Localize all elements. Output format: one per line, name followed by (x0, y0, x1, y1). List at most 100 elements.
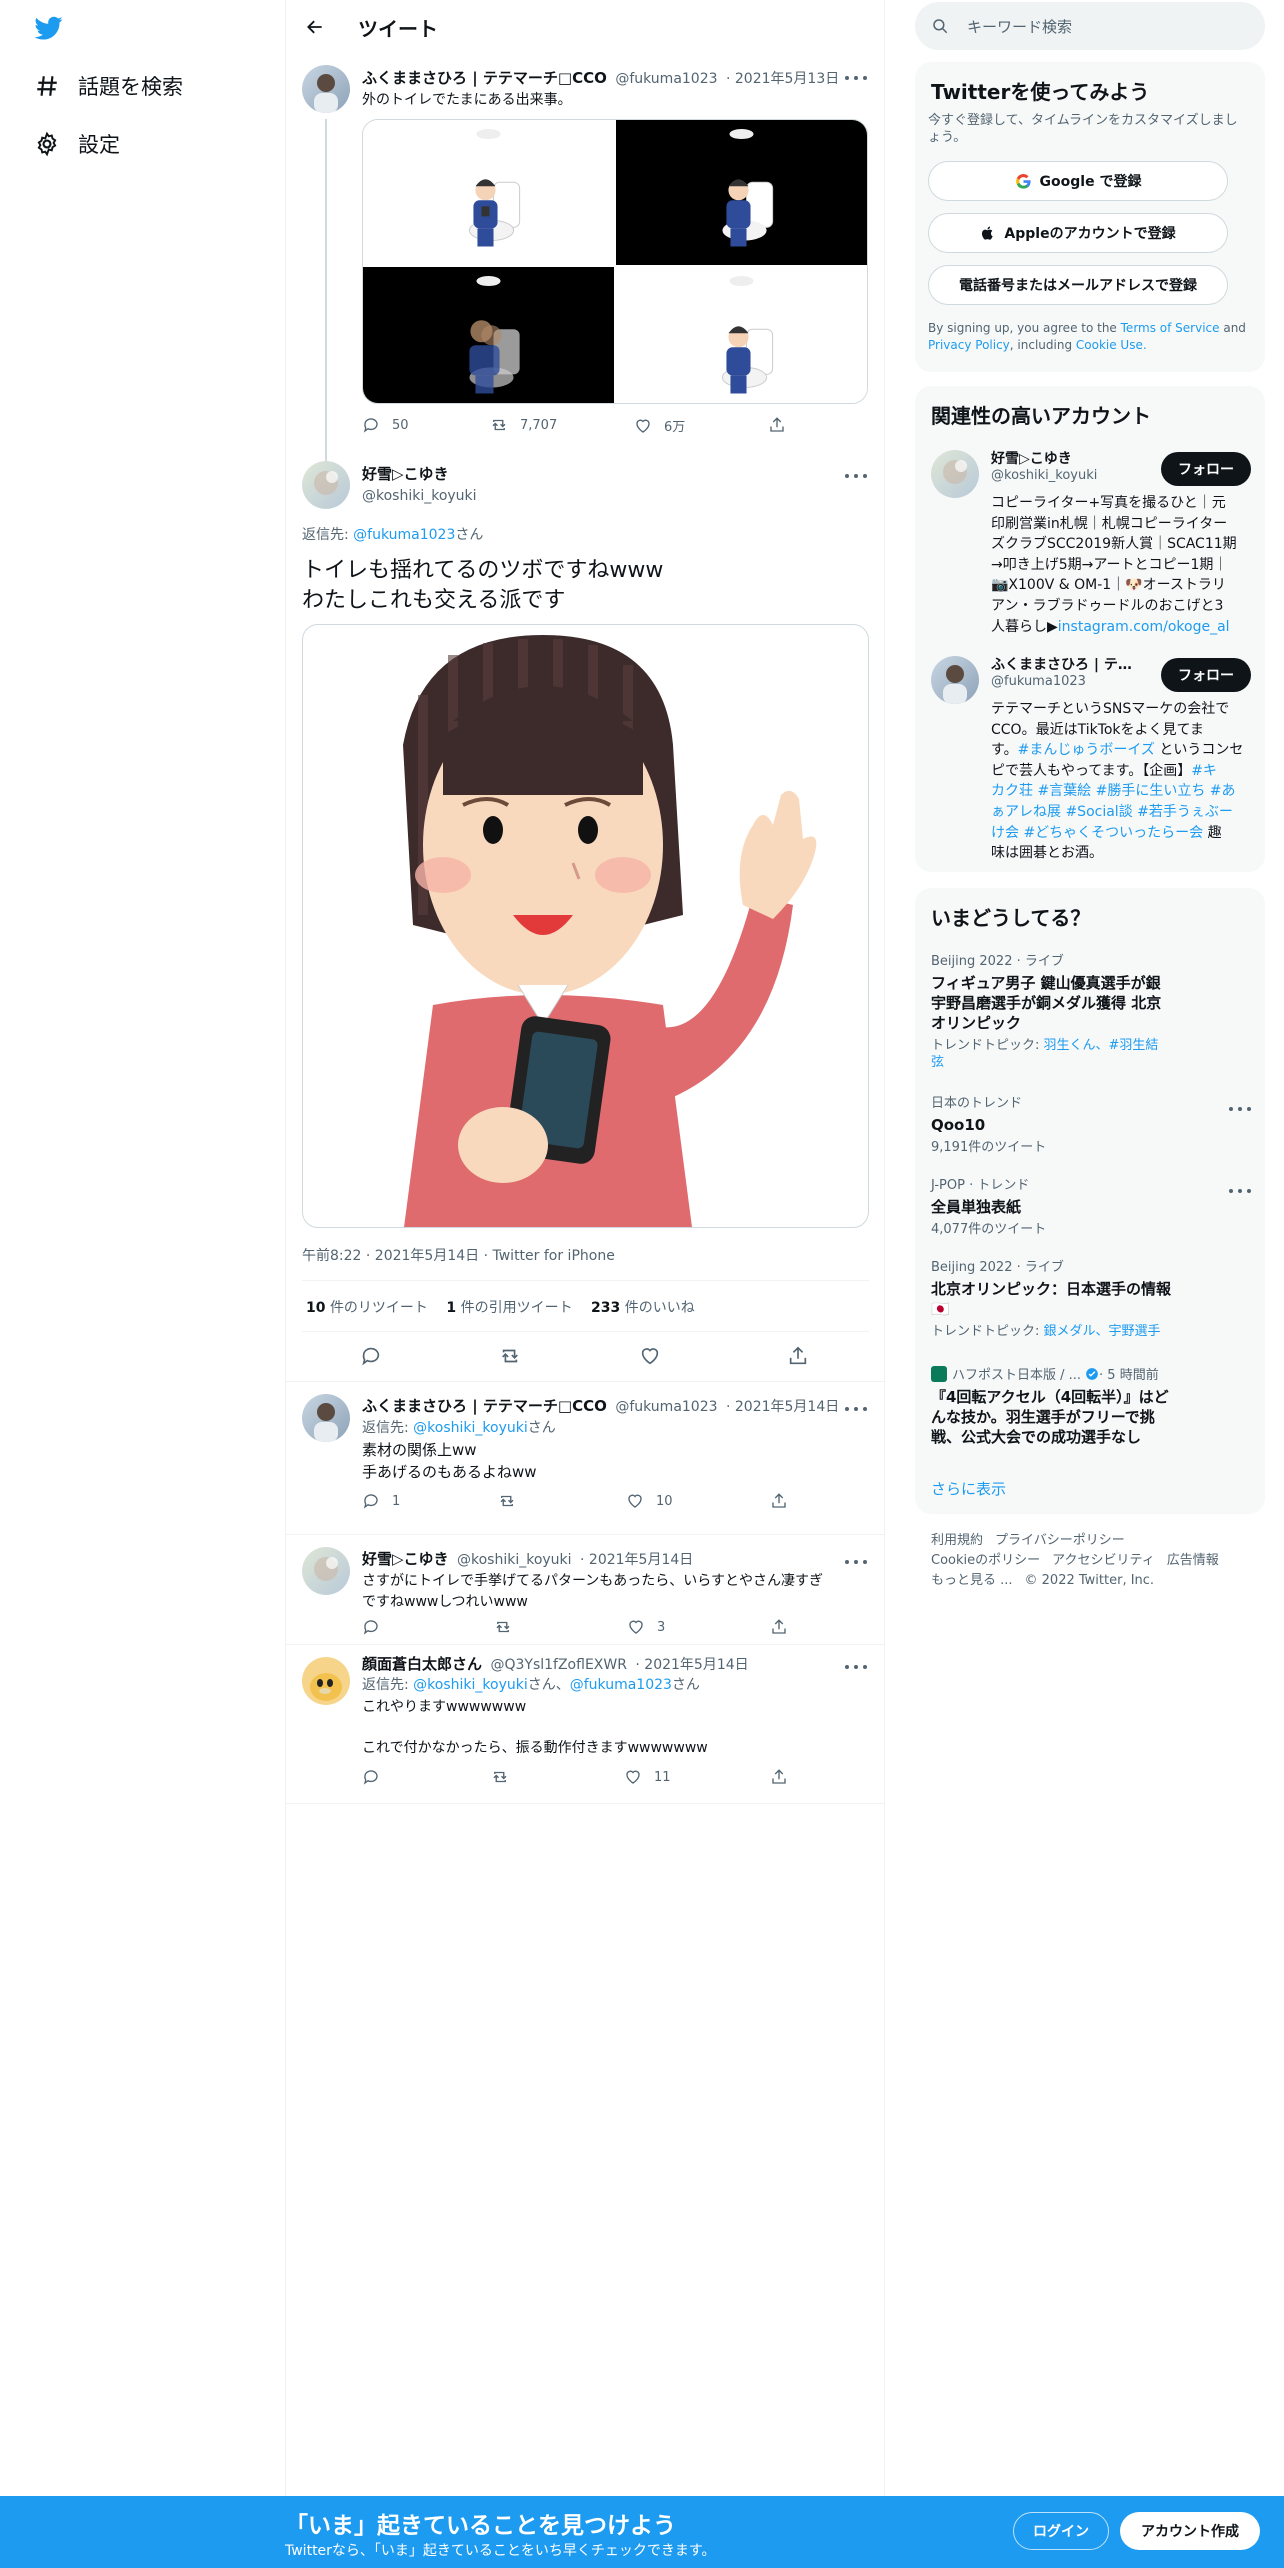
footer-link[interactable]: もっと見る ... (931, 1573, 1013, 1588)
share-button[interactable] (770, 1768, 800, 1786)
reply-tweet[interactable]: 好雪▷こゆき @koshiki_koyuki · 2021年5月14日 さすがに… (286, 1535, 885, 1644)
like-button[interactable] (639, 1345, 673, 1367)
like-button[interactable]: 3 (627, 1618, 665, 1636)
login-button[interactable]: ログイン (1013, 2512, 1109, 2550)
tweet-timestamp[interactable]: 午前8:22 · 2021年5月14日 · Twitter for iPhone (302, 1245, 615, 1265)
retweet-button[interactable] (491, 1768, 521, 1786)
media-image-2[interactable] (616, 120, 867, 265)
hashtag-link[interactable]: #まんじゅうボーイズ (1018, 742, 1155, 758)
account-name[interactable]: ふくままさひろ | テ… (991, 654, 1132, 674)
more-options-icon[interactable] (845, 1555, 867, 1569)
follow-button[interactable]: フォロー (1161, 452, 1251, 486)
share-button[interactable] (787, 1345, 821, 1367)
apple-signup-button[interactable]: Appleのアカウントで登録 (928, 213, 1228, 253)
reply-tweet[interactable]: 顔面蒼白太郎さん @Q3Ysl1fZoflEXWR · 2021年5月14日 返… (286, 1645, 885, 1803)
tweet-date[interactable]: · 2021年5月14日 (635, 1657, 748, 1673)
media-image-1[interactable] (363, 120, 614, 265)
show-more-link[interactable]: さらに表示 (931, 1478, 1006, 1499)
like-stat[interactable]: 233 件のいいね (591, 1300, 695, 1316)
author-name[interactable]: ふくままさひろ | テテマーチ□CCO (362, 1397, 607, 1415)
privacy-link[interactable]: Privacy Policy (928, 338, 1010, 352)
footer-link[interactable]: アクセシビリティ (1052, 1553, 1155, 1568)
retweet-button[interactable]: 7,707 (490, 416, 557, 434)
reply-to-link[interactable]: @koshiki_koyuki (413, 1677, 528, 1693)
tweet-media-grid[interactable] (362, 119, 868, 404)
author-handle[interactable]: @fukuma1023 (615, 71, 717, 87)
share-button[interactable] (770, 1492, 800, 1510)
tweet-date[interactable]: · 2021年5月14日 (580, 1552, 693, 1568)
retweet-stat[interactable]: 10 件のリツイート (306, 1300, 428, 1316)
account-handle[interactable]: @fukuma1023 (991, 674, 1086, 689)
like-button[interactable]: 6万 (634, 416, 685, 435)
more-options-icon[interactable] (845, 1660, 867, 1674)
trend-topic-link[interactable]: 銀メダル、宇野選手 (1044, 1324, 1161, 1339)
tweet-image[interactable] (302, 624, 869, 1228)
account-name[interactable]: 好雪▷こゆき (991, 448, 1072, 468)
share-button[interactable] (768, 416, 798, 434)
author-handle[interactable]: @fukuma1023 (615, 1399, 717, 1415)
trend-item[interactable]: Beijing 2022 · ライブ フィギュア男子 鍵山優真選手が銀 宇野昌磨… (931, 950, 1251, 1071)
signup-button[interactable]: アカウント作成 (1120, 2512, 1260, 2550)
nav-settings[interactable]: 設定 (32, 124, 120, 164)
reply-tweet[interactable]: ふくままさひろ | テテマーチ□CCO @fukuma1023 · 2021年5… (286, 1382, 885, 1534)
share-button[interactable] (770, 1618, 800, 1636)
trend-item[interactable]: J-POP · トレンド 全員単独表紙 4,077件のツイート (931, 1174, 1251, 1238)
avatar[interactable] (302, 65, 350, 113)
trend-item[interactable]: ハフポスト日本版 / ... · 5 時間前 『4回転アクセル（4回転半）』はど… (931, 1364, 1251, 1447)
media-image-4[interactable] (616, 266, 867, 403)
bio-link[interactable]: instagram.com/okoge_al (1058, 619, 1230, 635)
account-item[interactable]: 好雪▷こゆき @koshiki_koyuki フォロー コピーライター+写真を撮… (915, 444, 1265, 635)
account-handle[interactable]: @koshiki_koyuki (991, 468, 1097, 483)
parent-tweet[interactable]: ふくままさひろ | テテマーチ□CCO @fukuma1023 · 2021年5… (286, 53, 885, 499)
avatar[interactable] (931, 450, 979, 498)
reply-to-link[interactable]: @fukuma1023 (570, 1677, 672, 1693)
author-name[interactable]: 好雪▷こゆき (362, 463, 477, 484)
author-name[interactable]: 顔面蒼白太郎さん (362, 1655, 482, 1673)
media-image-3[interactable] (363, 266, 614, 403)
twitter-bird-icon[interactable] (32, 14, 66, 42)
tweet-date[interactable]: · 2021年5月14日 (726, 1399, 839, 1415)
like-button[interactable]: 10 (626, 1492, 673, 1510)
footer-link[interactable]: Cookieのポリシー (931, 1553, 1040, 1568)
reply-button[interactable] (362, 1618, 392, 1636)
more-options-icon[interactable] (1229, 1184, 1251, 1198)
more-options-icon[interactable] (845, 1402, 867, 1416)
footer-link[interactable]: プライバシーポリシー (995, 1533, 1125, 1548)
more-options-icon[interactable] (845, 469, 867, 483)
quote-stat[interactable]: 1 件の引用ツイート (446, 1300, 572, 1316)
follow-button[interactable]: フォロー (1161, 658, 1251, 692)
like-button[interactable]: 11 (624, 1768, 671, 1786)
hashtag-link[interactable]: #キ (1191, 763, 1217, 779)
footer-link[interactable]: 広告情報 (1167, 1553, 1219, 1568)
author-handle[interactable]: @koshiki_koyuki (457, 1552, 572, 1568)
author-name[interactable]: ふくままさひろ | テテマーチ□CCO (362, 69, 607, 87)
trend-item[interactable]: Beijing 2022 · ライブ 北京オリンピック：日本選手の情報🇯🇵 トレ… (931, 1256, 1251, 1340)
trend-item[interactable]: 日本のトレンド Qoo10 9,191件のツイート (931, 1092, 1251, 1156)
hashtag-link[interactable]: カク荘 #言葉絵 #勝手に生い立ち #あ (991, 781, 1261, 802)
footer-link[interactable]: 利用規約 (931, 1533, 983, 1548)
hashtag-link[interactable]: け会 #どちゃくそついったらー会 (991, 825, 1203, 841)
reply-to-link[interactable]: @koshiki_koyuki (413, 1420, 528, 1436)
author-name[interactable]: 好雪▷こゆき (362, 1550, 449, 1568)
phone-email-signup-button[interactable]: 電話番号またはメールアドレスで登録 (928, 265, 1228, 305)
search-input[interactable]: キーワード検索 (967, 16, 1072, 37)
tweet-date[interactable]: · 2021年5月13日 (726, 71, 839, 87)
more-options-icon[interactable] (845, 71, 867, 85)
avatar[interactable] (302, 1394, 350, 1442)
avatar[interactable] (931, 656, 979, 704)
reply-button[interactable] (362, 1768, 392, 1786)
google-signup-button[interactable]: Google で登録 (928, 161, 1228, 201)
search-bar[interactable]: キーワード検索 (915, 2, 1265, 50)
author-handle[interactable]: @koshiki_koyuki (362, 488, 477, 504)
hashtag-link[interactable]: ぁアレね展 #Social談 #若手うぇぶー (991, 802, 1261, 823)
reply-button[interactable] (360, 1345, 394, 1367)
back-arrow-icon[interactable] (300, 12, 330, 42)
avatar[interactable] (302, 1657, 350, 1705)
retweet-button[interactable] (494, 1618, 524, 1636)
author-handle[interactable]: @Q3Ysl1fZoflEXWR (490, 1657, 626, 1673)
cookie-link[interactable]: Cookie Use. (1076, 338, 1147, 352)
terms-link[interactable]: Terms of Service (1121, 321, 1220, 335)
reply-button[interactable]: 50 (362, 416, 409, 434)
account-item[interactable]: ふくままさひろ | テ… @fukuma1023 フォロー テテマーチというSN… (915, 650, 1265, 861)
retweet-button[interactable] (498, 1492, 528, 1510)
